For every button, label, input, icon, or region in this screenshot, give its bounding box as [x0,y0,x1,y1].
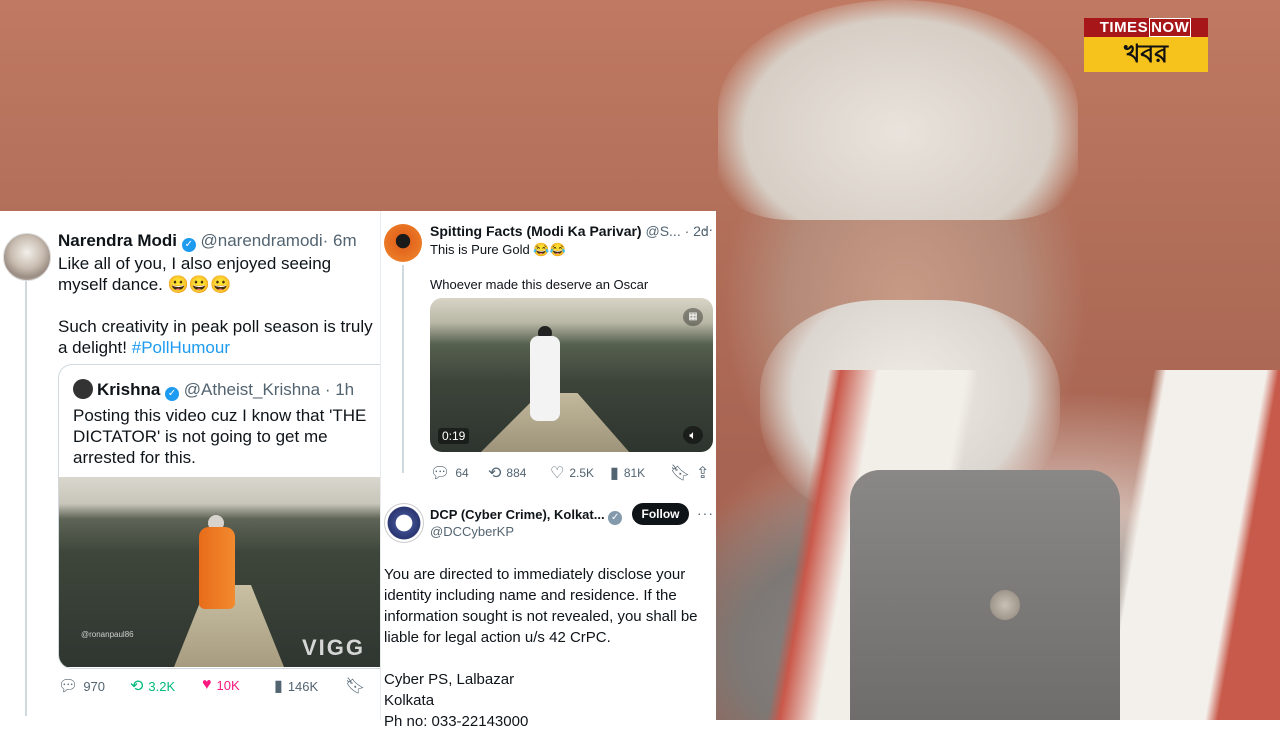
reply-button[interactable]: 💬︎ 64 [430,463,469,483]
reply-icon: 💬︎ [58,678,79,695]
verified-badge-icon: ✓ [165,387,180,401]
mute-icon[interactable]: 🔈︎ [683,426,703,444]
tweet-header: DCP (Cyber Crime), Kolkat... ✓ [430,507,623,525]
tweet-text-body: You are directed to immediately disclose… [384,566,698,646]
hashtag-link[interactable]: #PollHumour [132,338,230,357]
gif-icon[interactable]: ▦ [683,308,703,326]
quote-handle[interactable]: @Atheist_Krishna [184,380,320,399]
bookmark-icon: 🔖︎ [345,678,366,695]
avatar[interactable] [384,503,424,543]
tweet-text: Like all of you, I also enjoyed seeing m… [58,253,380,379]
brand-bengali: খবর [1084,37,1208,72]
tweet-text-line1: Like all of you, I also enjoyed seeing m… [58,254,332,294]
heart-icon: ♥ [202,676,212,693]
tweet-panel-right: Spitting Facts (Modi Ka Parivar) @S... ·… [380,211,716,730]
views-icon: ▮ [274,678,283,695]
avatar[interactable] [3,233,51,281]
tweet-panel-left: Narendra Modi ✓ @narendramodi· 6m Like a… [0,211,381,720]
verified-badge-icon: ✓ [181,238,196,252]
repost-button[interactable]: ⟲ 884 [488,463,526,483]
heart-icon: ♡ [550,465,565,482]
brand-now: NOW [1149,18,1192,37]
photo-vest-button [990,590,1020,620]
repost-count: 3.2K [148,678,176,694]
tweet-header: Spitting Facts (Modi Ka Parivar) @S... ·… [430,223,715,239]
like-count: 10K [216,677,240,693]
video-watermark: @ronanpaul86 [81,630,134,639]
author-handle[interactable]: @DCCyberKP [430,524,514,539]
like-button[interactable]: ♡ 2.5K [550,463,594,483]
share-button[interactable]: ⇪ [696,463,709,483]
author-name[interactable]: DCP (Cyber Crime), Kolkat... [430,507,605,522]
repost-icon: ⟲ [130,678,144,695]
signature-line2: Kolkata [384,692,435,709]
repost-count: 884 [506,466,527,480]
quote-avatar[interactable] [73,379,93,399]
bookmark-button[interactable]: 🔖︎ [670,463,690,483]
tweet-text-line2: Whoever made this deserve an Oscar [430,277,649,292]
video-figure [199,527,235,609]
reply-icon: 💬︎ [430,465,451,482]
video-figure [530,336,560,421]
views-button[interactable]: ▮ 146K [274,676,318,696]
photo-vest [850,470,1120,720]
bookmark-button[interactable]: 🔖︎ [345,676,365,696]
author-name[interactable]: Narendra Modi [58,231,177,250]
tweet-text-line1: This is Pure Gold 😂😂 [430,242,566,257]
view-count: 146K [287,678,319,694]
thread-line [25,281,27,716]
brand-times: TIMES [1099,19,1149,36]
views-button[interactable]: ▮ 81K [610,463,645,483]
quote-video[interactable]: @ronanpaul86 VIGG [59,477,381,667]
quote-header: Krishna ✓ @Atheist_Krishna · 1h [97,380,354,401]
views-icon: ▮ [610,465,619,482]
avatar[interactable] [384,224,422,262]
quoted-tweet[interactable]: Krishna ✓ @Atheist_Krishna · 1h Posting … [58,364,381,669]
quote-time[interactable]: · 1h [325,380,354,399]
like-button[interactable]: ♥ 10K [202,676,240,694]
follow-button[interactable]: Follow [632,503,689,525]
repost-icon: ⟲ [488,465,502,482]
reply-count: 64 [455,466,469,480]
quote-text: Posting this video cuz I know that 'THE … [73,406,367,467]
tweet-time[interactable]: · 6m [323,231,357,250]
reply-button[interactable]: 💬︎ 970 [58,676,105,696]
repost-button[interactable]: ⟲ 3.2K [130,676,175,696]
quote-author-name[interactable]: Krishna [97,380,160,399]
share-icon: ⇪ [696,465,710,482]
verified-badge-icon: ✓ [608,511,623,525]
signature-line3: Ph no: 033-22143000 [384,713,529,730]
like-count: 2.5K [569,466,595,480]
reply-count: 970 [83,678,106,694]
more-options-icon[interactable]: ··· [697,221,714,237]
author-name[interactable]: Spitting Facts (Modi Ka Parivar) [430,223,642,239]
video-duration: 0:19 [438,428,470,444]
more-options-icon[interactable]: ··· [697,505,714,521]
tweet-video[interactable]: ▦ 0:19 🔈︎ [430,298,713,452]
thread-line [402,265,404,473]
photo-hair [718,0,1078,220]
video-logo: VIGG [301,635,365,660]
bookmark-icon: 🔖︎ [670,465,691,482]
tweet-header: Narendra Modi ✓ @narendramodi· 6m [58,231,357,252]
tweet-text: You are directed to immediately disclose… [384,564,714,732]
signature-line1: Cyber PS, Lalbazar [384,671,515,688]
author-handle[interactable]: @narendramodi [201,231,323,250]
view-count: 81K [623,466,646,480]
brand-logo: TIMES NOW খবর [1084,18,1208,72]
